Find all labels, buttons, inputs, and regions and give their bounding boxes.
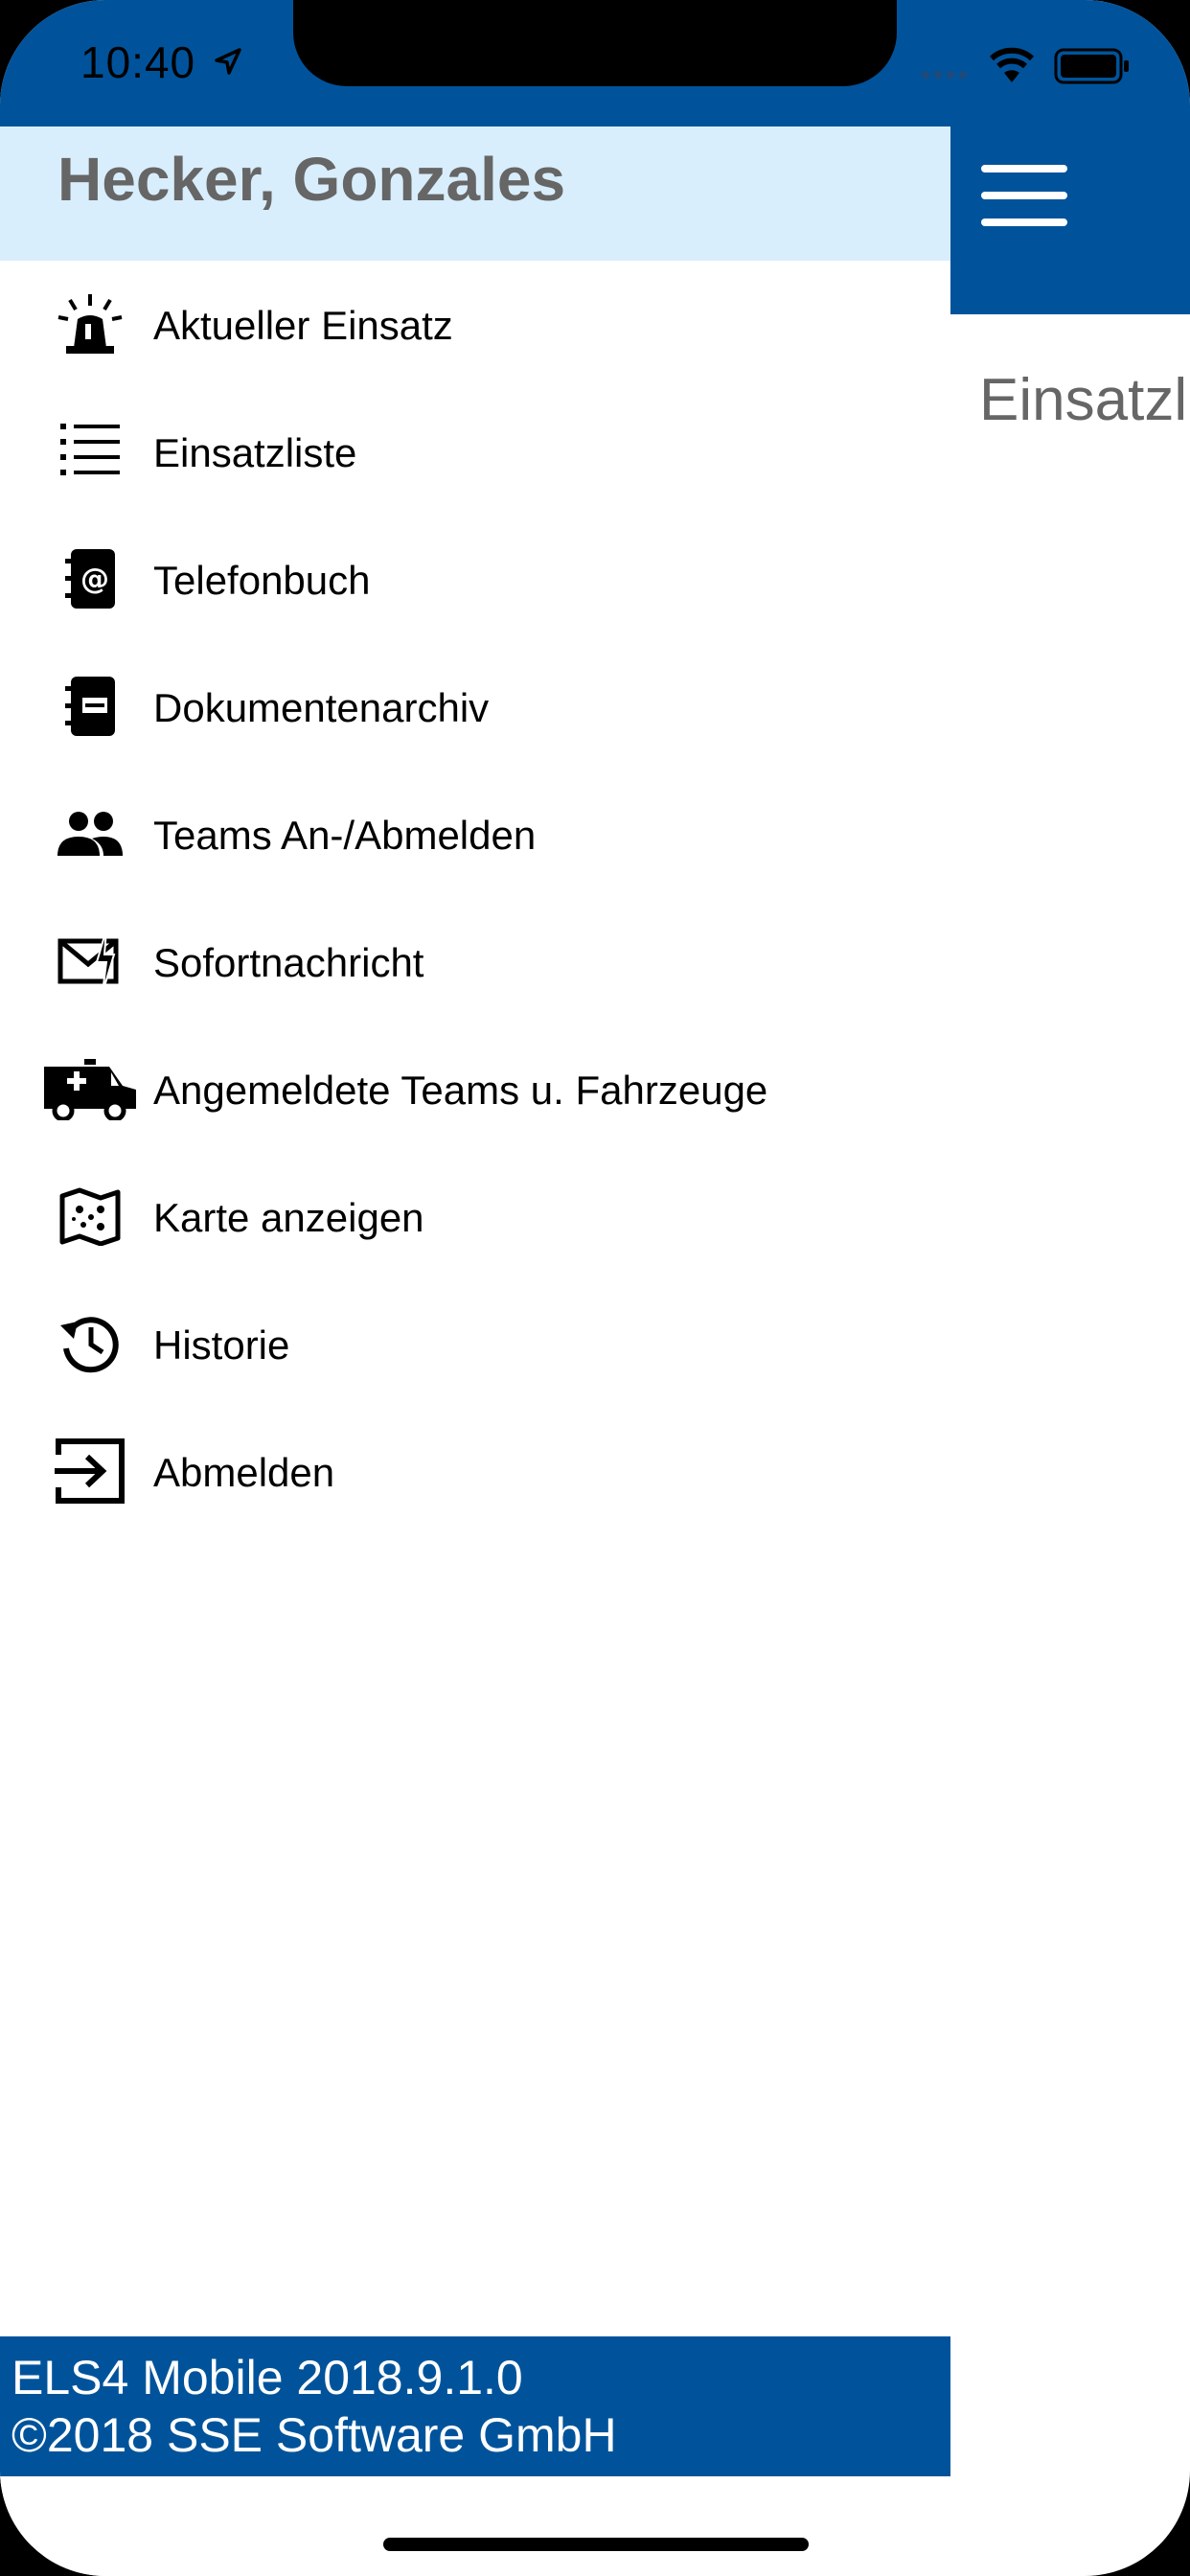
logout-icon bbox=[38, 1433, 142, 1509]
menu-item-karte-anzeigen[interactable]: Karte anzeigen bbox=[0, 1153, 950, 1280]
menu-item-label: Angemeldete Teams u. Fahrzeuge bbox=[153, 1068, 768, 1113]
drawer-footer: ELS4 Mobile 2018.9.1.0 ©2018 SSE Softwar… bbox=[0, 2336, 950, 2476]
menu-item-historie[interactable]: Historie bbox=[0, 1280, 950, 1408]
battery-icon bbox=[1054, 48, 1129, 84]
drawer-header: Hecker, Gonzales bbox=[0, 126, 950, 261]
menu-item-angemeldete-teams[interactable]: Angemeldete Teams u. Fahrzeuge bbox=[0, 1025, 950, 1153]
drawer-menu: Aktueller Einsatz Einsatzliste @ Telefon… bbox=[0, 261, 950, 1535]
menu-item-einsatzliste[interactable]: Einsatzliste bbox=[0, 388, 950, 516]
menu-item-sofortnachricht[interactable]: Sofortnachricht bbox=[0, 898, 950, 1025]
menu-item-label: Einsatzliste bbox=[153, 430, 357, 475]
menu-item-abmelden[interactable]: Abmelden bbox=[0, 1408, 950, 1535]
menu-item-label: Teams An-/Abmelden bbox=[153, 813, 537, 858]
status-time: 10:40 bbox=[80, 37, 196, 87]
menu-item-label: Historie bbox=[153, 1322, 290, 1368]
background-page-title: Einsatzl bbox=[979, 367, 1188, 433]
location-arrow-icon bbox=[215, 48, 241, 75]
cellular-signal-icon bbox=[922, 71, 967, 79]
document-archive-icon bbox=[38, 668, 142, 745]
phonebook-icon: @ bbox=[38, 540, 142, 617]
instant-message-icon bbox=[38, 923, 142, 1000]
teams-icon bbox=[38, 795, 142, 872]
navigation-drawer: Hecker, Gonzales Aktueller Einsatz Einsa… bbox=[0, 126, 950, 2576]
user-name: Hecker, Gonzales bbox=[57, 145, 566, 214]
menu-item-teams-an-abmelden[interactable]: Teams An-/Abmelden bbox=[0, 770, 950, 898]
menu-hamburger-icon[interactable] bbox=[981, 165, 1067, 226]
menu-item-dokumentenarchiv[interactable]: Dokumentenarchiv bbox=[0, 643, 950, 770]
notch bbox=[293, 0, 897, 86]
menu-item-label: Telefonbuch bbox=[153, 558, 371, 603]
copyright: ©2018 SSE Software GmbH bbox=[11, 2408, 617, 2462]
svg-text:@: @ bbox=[80, 563, 109, 596]
siren-icon bbox=[38, 286, 142, 362]
menu-item-label: Dokumentenarchiv bbox=[153, 685, 490, 730]
app-version: ELS4 Mobile 2018.9.1.0 bbox=[11, 2351, 523, 2404]
wifi-icon bbox=[989, 47, 1035, 82]
list-icon bbox=[38, 413, 142, 490]
phone-screen: 10:40 Einsatzl Hecker, Gonzales Aktuelle… bbox=[0, 0, 1190, 2576]
history-icon bbox=[38, 1305, 142, 1382]
map-icon bbox=[38, 1178, 142, 1254]
menu-item-aktueller-einsatz[interactable]: Aktueller Einsatz bbox=[0, 261, 950, 388]
home-indicator[interactable] bbox=[383, 2538, 809, 2551]
ambulance-icon bbox=[38, 1050, 142, 1127]
menu-item-label: Sofortnachricht bbox=[153, 940, 424, 985]
menu-item-label: Aktueller Einsatz bbox=[153, 303, 453, 348]
menu-item-label: Karte anzeigen bbox=[153, 1195, 424, 1240]
status-bar: 10:40 bbox=[0, 0, 1190, 126]
menu-item-label: Abmelden bbox=[153, 1450, 335, 1495]
menu-item-telefonbuch[interactable]: @ Telefonbuch bbox=[0, 516, 950, 643]
